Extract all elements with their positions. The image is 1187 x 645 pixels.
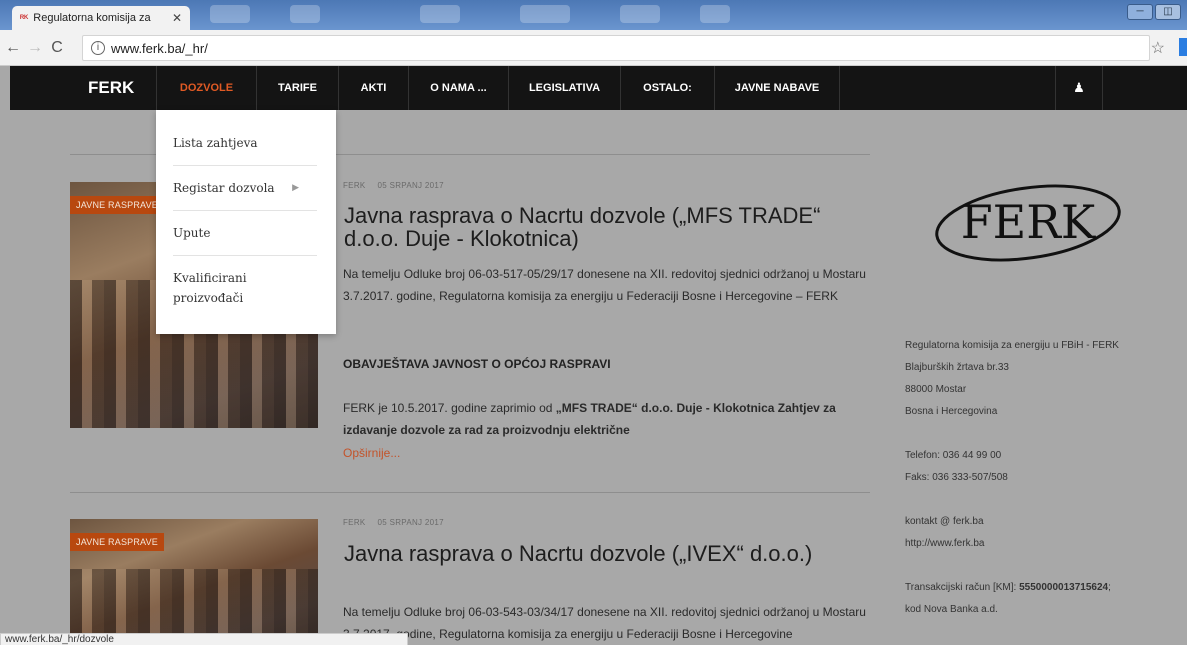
address-bar: ← → C i www.ferk.ba/_hr/ ☆: [0, 30, 1187, 66]
dozvole-dropdown: Lista zahtjeva Registar dozvola ▶ Upute …: [156, 110, 336, 334]
blurred-tab: [520, 5, 570, 23]
dropdown-item-registar-dozvola[interactable]: Registar dozvola ▶: [173, 178, 317, 198]
back-icon[interactable]: ←: [2, 39, 24, 57]
nav-item-akti[interactable]: AKTI: [338, 66, 408, 110]
blurred-tab: [700, 5, 730, 23]
account-sep: ;: [1108, 582, 1111, 593]
website: FERK DOZVOLE TARIFE AKTI O NAMA ... LEGI…: [0, 66, 1187, 645]
dropdown-divider: [173, 255, 317, 256]
contact-web[interactable]: http://www.ferk.ba: [905, 538, 984, 549]
extension-icon[interactable]: [1179, 38, 1187, 56]
contact-bank: kod Nova Banka a.d.: [905, 604, 998, 615]
user-icon[interactable]: ♟: [1055, 66, 1103, 110]
nav-item-ostalo[interactable]: OSTALO:: [620, 66, 714, 110]
post-body-text: FERK je 10.5.2017. godine zaprimio od: [343, 401, 556, 415]
post-meta: FERK 05 SRPANJ 2017: [343, 181, 444, 190]
contact-account: Transakcijski račun [KM]: 55500000137156…: [905, 582, 1111, 593]
post-heading: OBAVJEŠTAVA JAVNOST O OPĆOJ RASPRAVI: [343, 357, 611, 371]
blurred-tab: [210, 5, 250, 23]
account-label: Transakcijski račun [KM]:: [905, 582, 1020, 593]
url-input[interactable]: i www.ferk.ba/_hr/: [82, 35, 1150, 61]
chevron-right-icon: ▶: [292, 183, 299, 193]
nav-item-javne-nabave[interactable]: JAVNE NABAVE: [714, 66, 840, 110]
dropdown-item-label: Registar dozvola: [173, 181, 275, 195]
url-text: www.ferk.ba/_hr/: [111, 40, 208, 56]
category-badge[interactable]: JAVNE RASPRAVE: [70, 196, 164, 214]
post-author: FERK: [343, 181, 366, 190]
divider: [70, 492, 870, 493]
post-meta: FERK 05 SRPANJ 2017: [343, 518, 444, 527]
main-navbar: FERK DOZVOLE TARIFE AKTI O NAMA ... LEGI…: [10, 66, 1187, 110]
reload-icon[interactable]: C: [46, 39, 68, 57]
contact-email[interactable]: kontakt @ ferk.ba: [905, 516, 984, 527]
tab-title: Regulatorna komisija za: [33, 12, 151, 24]
post-title[interactable]: Javna rasprava o Nacrtu dozvole („IVEX“ …: [344, 542, 814, 565]
browser-tab-strip: ᴿᴷ Regulatorna komisija za ✕ ─ ◫: [0, 0, 1187, 30]
contact-phone: Telefon: 036 44 99 00: [905, 450, 1002, 461]
contact-fax: Faks: 036 333-507/508: [905, 472, 1008, 483]
contact-org: Regulatorna komisija za energiju u FBiH …: [905, 340, 1119, 351]
blurred-tab: [620, 5, 660, 23]
dropdown-divider: [173, 210, 317, 211]
dropdown-item-upute[interactable]: Upute: [173, 223, 317, 243]
info-icon[interactable]: i: [91, 41, 105, 55]
dropdown-divider: [173, 165, 317, 166]
post-intro: Na temelju Odluke broj 06-03-543-03/34/1…: [343, 605, 866, 641]
account-number: 5550000013715624: [1019, 582, 1109, 593]
post-title[interactable]: Javna rasprava o Nacrtu dozvole („MFS TR…: [344, 204, 864, 250]
nav-item-dozvole[interactable]: DOZVOLE: [156, 66, 256, 110]
post-author: FERK: [343, 518, 366, 527]
close-tab-icon[interactable]: ✕: [172, 11, 182, 25]
minimize-icon[interactable]: ─: [1127, 4, 1153, 20]
post-body: FERK je 10.5.2017. godine zaprimio od „M…: [343, 397, 873, 441]
contact-country: Bosna i Hercegovina: [905, 406, 998, 417]
browser-tab[interactable]: ᴿᴷ Regulatorna komisija za ✕: [12, 6, 190, 30]
nav-item-tarife[interactable]: TARIFE: [256, 66, 338, 110]
category-badge[interactable]: JAVNE RASPRAVE: [70, 533, 164, 551]
post-date: 05 SRPANJ 2017: [377, 518, 444, 527]
post-intro: Na temelju Odluke broj 06-03-517-05/29/1…: [343, 267, 866, 303]
contact-city: 88000 Mostar: [905, 384, 967, 395]
dropdown-item-kvalificirani[interactable]: Kvalificirani proizvođači: [173, 268, 283, 308]
status-bar-url: www.ferk.ba/_hr/dozvole: [0, 633, 408, 645]
post-thumbnail[interactable]: JAVNE RASPRAVE: [70, 519, 318, 645]
contact-street: Blajburških žrtava br.33: [905, 362, 1009, 373]
restore-icon[interactable]: ◫: [1155, 4, 1181, 20]
dropdown-item-lista-zahtjeva[interactable]: Lista zahtjeva: [173, 133, 317, 153]
window-controls: ─ ◫: [1127, 4, 1181, 20]
nav-item-legislativa[interactable]: LEGISLATIVA: [508, 66, 620, 110]
post-date: 05 SRPANJ 2017: [377, 181, 444, 190]
favicon-icon: ᴿᴷ: [20, 13, 29, 23]
brand-link[interactable]: FERK: [88, 66, 134, 110]
blurred-tab: [290, 5, 320, 23]
logo-text: FERK: [961, 195, 1097, 249]
bookmark-star-icon[interactable]: ☆: [1151, 38, 1165, 58]
forward-icon[interactable]: →: [24, 39, 46, 57]
nav-item-o-nama[interactable]: O NAMA ...: [408, 66, 508, 110]
read-more-link[interactable]: Opširnije...: [343, 446, 400, 460]
ferk-logo: FERK: [935, 184, 1121, 262]
blurred-tab: [420, 5, 460, 23]
